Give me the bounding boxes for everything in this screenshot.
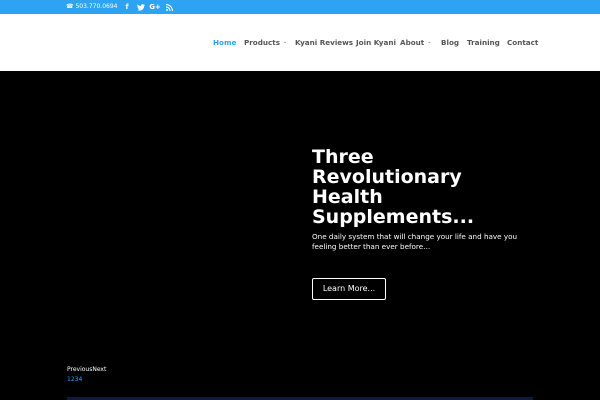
nav-products-label: Products [244, 38, 280, 47]
hero-title-line: Health [312, 186, 383, 208]
hero-subtitle: One daily system that will change your l… [312, 232, 518, 251]
slider-arrows: Previous Next [67, 366, 106, 374]
nav-join-kyani[interactable]: Join Kyani [356, 38, 396, 47]
phone-number: 503.770.0694 [75, 3, 118, 10]
slider-previous-link[interactable]: Previous [67, 366, 92, 374]
slider-next-link[interactable]: Next [92, 366, 106, 374]
top-bar: ☎ 503.770.0694 f G+ [0, 0, 600, 14]
nav-contact[interactable]: Contact [507, 38, 538, 47]
nav-products[interactable]: Products ⌄ [244, 38, 287, 47]
nav-join-kyani-label: Join Kyani [356, 38, 396, 47]
nav-about[interactable]: About ⌄ [400, 38, 431, 47]
chevron-down-icon: ⌄ [427, 39, 432, 45]
site-header: Home Products ⌄ Kyani Reviews Join Kyani… [0, 14, 600, 71]
phone-contact[interactable]: ☎ 503.770.0694 [66, 2, 117, 12]
nav-contact-label: Contact [507, 38, 539, 47]
hero-title-line: Revolutionary [312, 166, 462, 188]
nav-home[interactable]: Home [213, 38, 236, 47]
slider-pagination: 1234 [67, 376, 82, 384]
phone-icon: ☎ [66, 3, 74, 10]
nav-about-label: About [400, 38, 425, 47]
rss-icon[interactable] [164, 1, 174, 13]
slider-dot-4[interactable]: 4 [78, 376, 82, 384]
nav-training-label: Training [467, 38, 500, 47]
facebook-icon[interactable]: f [122, 1, 132, 13]
chevron-down-icon: ⌄ [283, 39, 288, 45]
nav-home-label: Home [213, 38, 237, 47]
hero-title-line: Three [312, 146, 374, 168]
hero-title: Three Revolutionary Health Supplements..… [312, 147, 552, 227]
nav-kyani-reviews[interactable]: Kyani Reviews [295, 38, 353, 47]
nav-training[interactable]: Training [467, 38, 500, 47]
nav-blog[interactable]: Blog [441, 38, 459, 47]
nav-blog-label: Blog [441, 38, 460, 47]
twitter-icon[interactable] [135, 1, 147, 13]
google-plus-icon[interactable]: G+ [148, 1, 162, 13]
learn-more-button[interactable]: Learn More... [312, 278, 386, 300]
hero-title-line: Supplements... [312, 206, 475, 228]
nav-kyani-reviews-label: Kyani Reviews [295, 38, 354, 47]
